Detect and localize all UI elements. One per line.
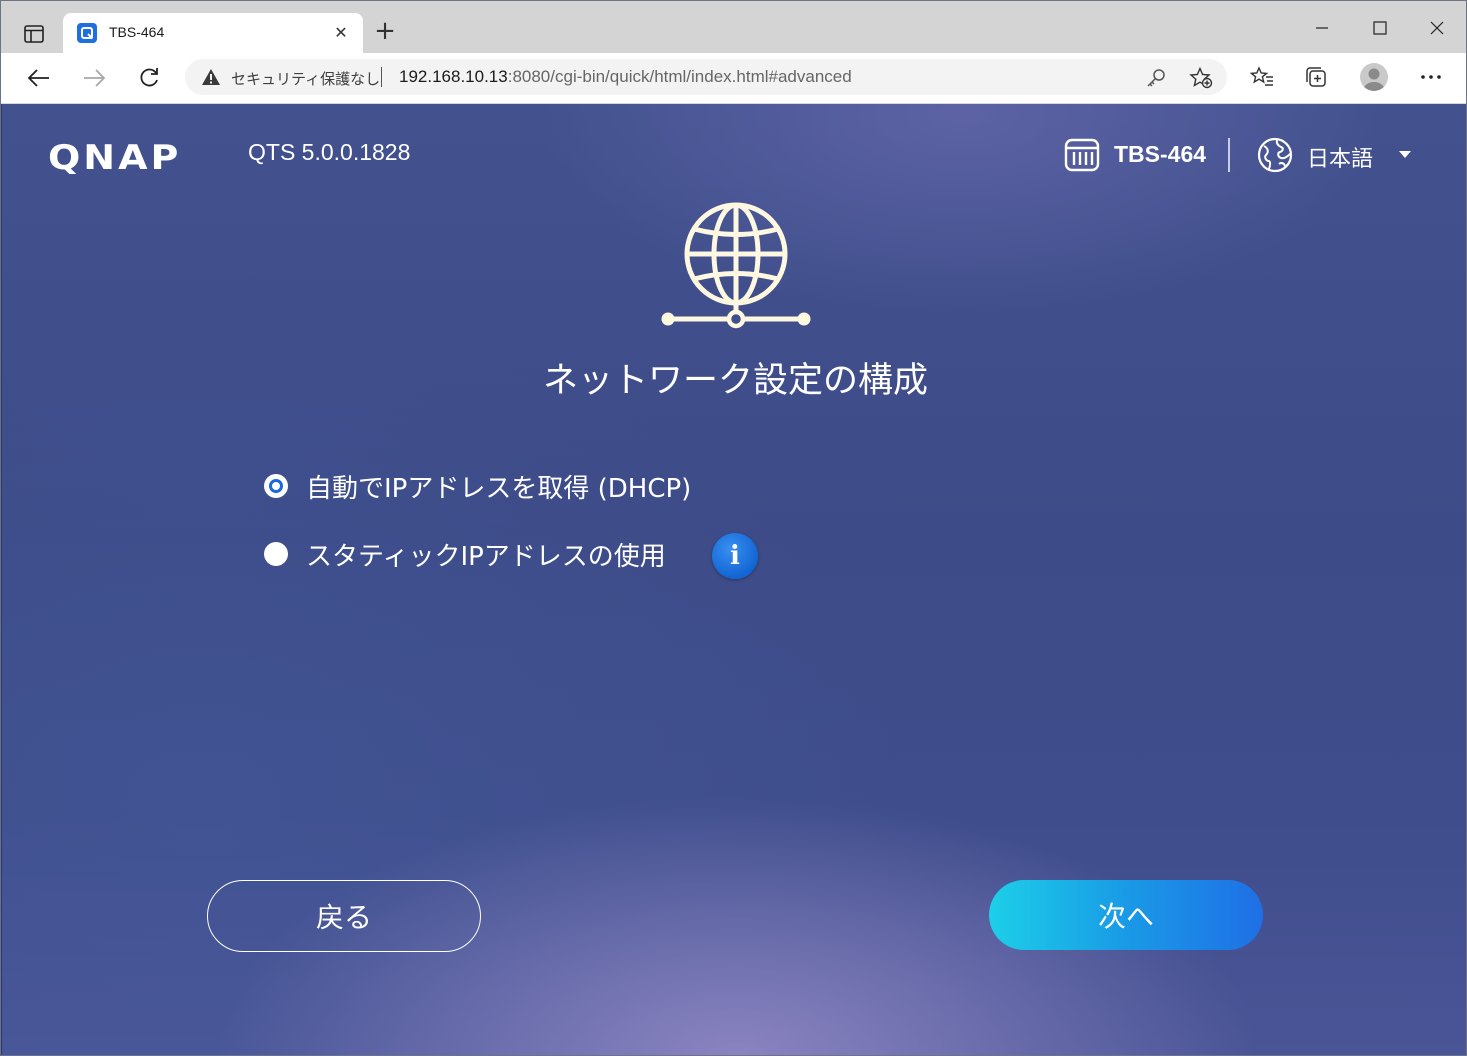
profile-avatar[interactable] <box>1360 63 1388 91</box>
option-dhcp[interactable]: 自動でIPアドレスを取得 (DHCP) <box>264 466 724 506</box>
option-static-ip-label[interactable]: スタティックIPアドレスの使用 <box>306 536 666 573</box>
tab-title: TBS-464 <box>109 24 165 40</box>
favorites-icon[interactable] <box>1249 64 1275 90</box>
option-static-ip[interactable]: スタティックIPアドレスの使用 <box>264 534 704 574</box>
browser-tab[interactable]: TBS-464 ✕ <box>63 13 363 53</box>
setup-page: QNAP QTS 5.0.0.1828 TBS-464 日本語 ネットワーク設定… <box>2 104 1466 1055</box>
info-glyph: i <box>730 541 740 571</box>
add-favorite-icon[interactable] <box>1189 66 1213 89</box>
header-divider <box>1228 138 1230 172</box>
url-text[interactable]: 192.168.10.13:8080/cgi-bin/quick/html/in… <box>399 67 852 87</box>
forward-arrow-icon[interactable] <box>78 62 110 94</box>
page-title: ネットワーク設定の構成 <box>542 361 928 401</box>
browser-window: TBS-464 ✕ + セキュリティ保護なし 192.168.10.13:808… <box>0 0 1467 1056</box>
qnap-logo: QNAP <box>48 138 182 177</box>
url-path: :8080/cgi-bin/quick/html/index.html#adva… <box>507 67 852 86</box>
minimize-icon[interactable] <box>1299 13 1345 43</box>
chevron-down-icon[interactable] <box>1399 151 1411 158</box>
next-button[interactable]: 次へ <box>989 880 1263 950</box>
browser-toolbar: セキュリティ保護なし 192.168.10.13:8080/cgi-bin/qu… <box>1 53 1466 104</box>
nas-device-icon <box>1064 138 1100 172</box>
network-globe-icon <box>658 198 814 330</box>
refresh-icon[interactable] <box>133 62 165 94</box>
option-dhcp-label[interactable]: 自動でIPアドレスを取得 (DHCP) <box>306 468 691 505</box>
more-options-icon[interactable] <box>1418 64 1444 90</box>
key-icon[interactable] <box>1145 67 1167 89</box>
tab-actions-icon[interactable] <box>17 17 51 51</box>
back-button[interactable]: 戻る <box>207 880 481 952</box>
globe-language-icon[interactable] <box>1257 137 1293 173</box>
tab-strip: TBS-464 ✕ + <box>1 1 1466 53</box>
radio-dhcp[interactable] <box>264 474 288 498</box>
close-window-icon[interactable] <box>1414 13 1460 43</box>
device-name: TBS-464 <box>1114 141 1207 167</box>
qnap-favicon-icon <box>77 23 97 43</box>
language-select[interactable]: 日本語 <box>1307 141 1373 173</box>
address-divider <box>381 67 382 87</box>
tab-close-icon[interactable]: ✕ <box>331 23 351 43</box>
back-arrow-icon[interactable] <box>23 62 55 94</box>
warning-icon[interactable] <box>201 68 221 86</box>
address-bar[interactable]: セキュリティ保護なし 192.168.10.13:8080/cgi-bin/qu… <box>185 59 1227 95</box>
info-icon[interactable]: i <box>712 533 758 579</box>
maximize-icon[interactable] <box>1357 13 1403 43</box>
radio-static-ip[interactable] <box>264 542 288 566</box>
collections-icon[interactable] <box>1303 64 1329 90</box>
new-tab-icon[interactable]: + <box>371 17 399 45</box>
security-label[interactable]: セキュリティ保護なし <box>231 68 380 89</box>
qts-version: QTS 5.0.0.1828 <box>248 139 411 165</box>
url-host: 192.168.10.13 <box>399 67 508 86</box>
